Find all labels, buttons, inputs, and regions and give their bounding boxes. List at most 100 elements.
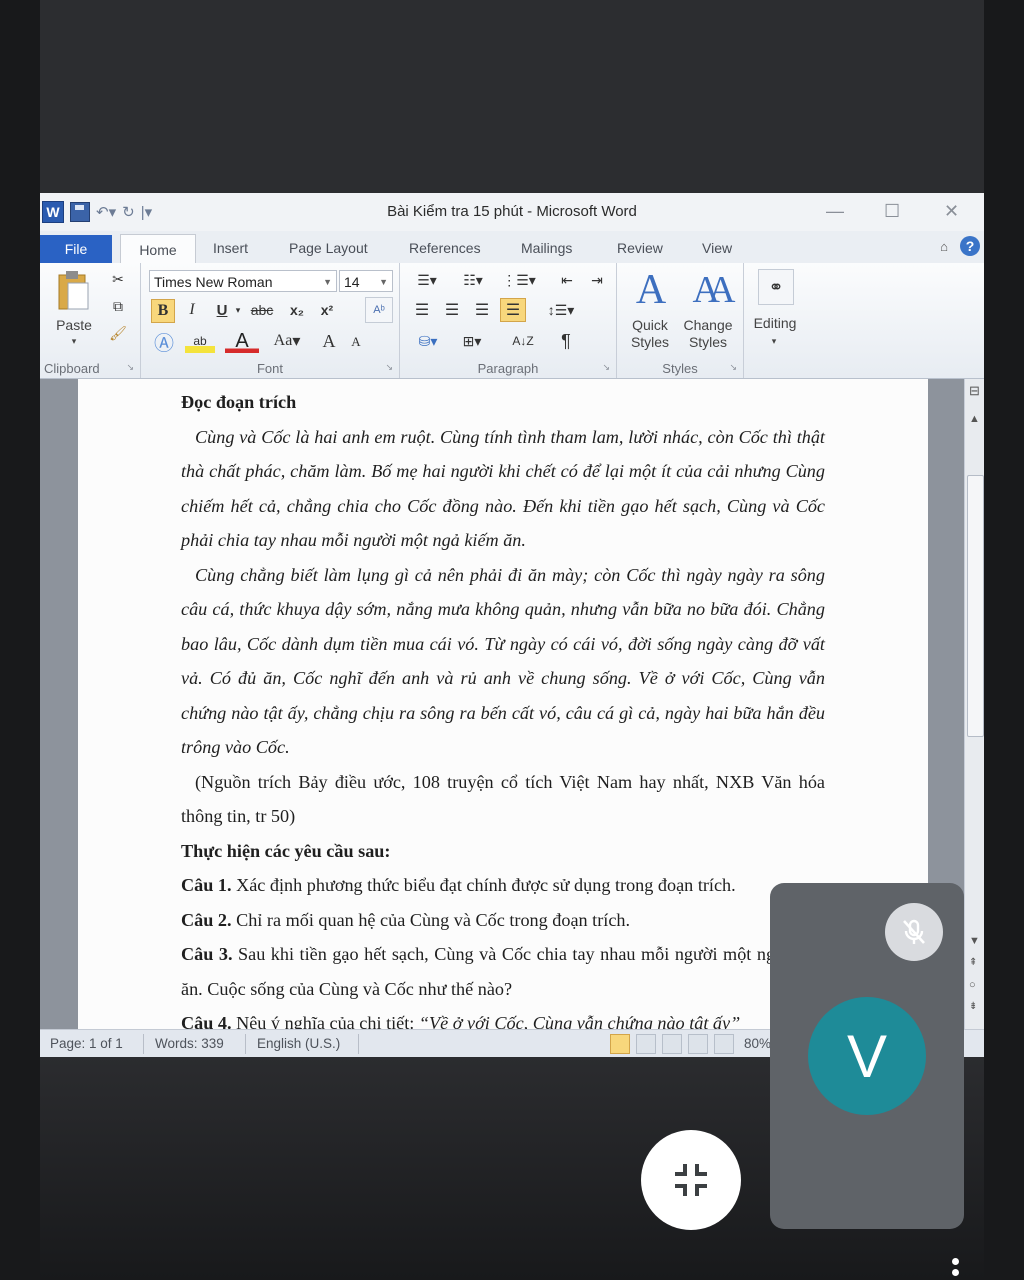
help-icon[interactable]: ? [960,236,980,256]
paste-dropdown-icon[interactable]: ▾ [66,333,82,350]
status-separator [245,1034,246,1054]
vertical-scrollbar[interactable]: ⊟ ▲ ▼ ⇞ ○ ⇟ [964,379,984,1029]
document-text: Đọc đoạn trích Cùng và Cốc là hai anh em… [181,385,825,1029]
align-left-icon[interactable]: ☰ [410,299,434,321]
tab-insert[interactable]: Insert [213,240,248,256]
strikethrough-button[interactable]: abc [247,299,277,321]
increase-indent-icon[interactable]: ⇥ [584,269,610,291]
quick-styles-icon[interactable]: A [629,267,673,313]
previous-page-icon[interactable]: ⇞ [969,957,977,968]
font-color-icon[interactable]: A [225,329,259,353]
font-size-value: 14 [344,274,360,290]
font-name-combo[interactable]: Times New Roman ▼ [149,270,337,292]
italic-button[interactable]: I [181,299,203,321]
underline-dropdown-icon[interactable]: ▾ [233,299,243,321]
next-page-icon[interactable]: ⇟ [969,1001,977,1012]
line-spacing-icon[interactable]: ↕☰▾ [544,299,578,321]
status-page[interactable]: Page: 1 of 1 [50,1036,123,1051]
editing-dropdown-icon[interactable]: ▾ [766,333,782,350]
copy-icon[interactable]: ⧉ [108,296,128,316]
print-layout-icon[interactable] [610,1034,630,1054]
zoom-level[interactable]: 80% [744,1036,771,1051]
group-paragraph: ☰▾ ☷▾ ⋮☰▾ ⇤ ⇥ ☰ ☰ ☰ ☰ ↕☰▾ ⛁▾ ⊞▾ A↓Z ¶ Pa… [400,263,617,378]
group-font: Times New Roman ▼ 14 ▼ B I U ▾ abc x₂ x² A… [141,263,400,378]
highlight-color-icon[interactable]: ab [185,329,215,353]
minimize-ribbon-icon[interactable]: ⌂ [940,239,948,254]
exit-fullscreen-button[interactable] [641,1130,741,1230]
align-right-icon[interactable]: ☰ [470,299,494,321]
tab-mailings[interactable]: Mailings [521,240,572,256]
scroll-thumb[interactable] [967,475,984,737]
show-formatting-icon[interactable]: ¶ [554,329,578,353]
format-painter-icon[interactable]: 🖌 [108,323,128,343]
find-binoculars-icon[interactable]: ⚭ [758,269,794,305]
doc-question-4: Câu 4. Nêu ý nghĩa của chi tiết: “Về ở v… [181,1006,825,1029]
tab-file[interactable]: File [40,235,112,263]
change-case-label: Aa [273,332,293,349]
text-effects-icon[interactable]: Ⓐ [149,329,179,355]
doc-source: (Nguồn trích Bảy điều ước, 108 truyện cổ… [181,771,825,827]
minimize-button[interactable]: — [826,201,844,222]
tab-references[interactable]: References [409,240,481,256]
select-browse-object-icon[interactable]: ○ [969,979,976,991]
change-styles-button[interactable]: Change Styles [679,317,737,351]
participant-tile[interactable]: V [770,883,964,1229]
borders-icon[interactable]: ⊞▾ [454,329,490,353]
scroll-up-icon[interactable]: ▲ [969,413,980,425]
tab-page-layout[interactable]: Page Layout [289,240,368,256]
grow-font-button[interactable]: A [317,329,341,353]
maximize-button[interactable]: ☐ [884,201,900,222]
font-size-combo[interactable]: 14 ▼ [339,270,393,292]
paragraph-launcher-icon[interactable]: ↘ [602,362,610,373]
multilevel-list-icon[interactable]: ⋮☰▾ [500,269,538,291]
change-case-button[interactable]: Aa ▾ [269,329,305,353]
minimize-icon [675,1164,707,1196]
quick-styles-button[interactable]: Quick Styles [621,317,679,351]
align-center-icon[interactable]: ☰ [440,299,464,321]
decrease-indent-icon[interactable]: ⇤ [554,269,580,291]
paste-icon[interactable] [56,269,90,313]
tab-view[interactable]: View [702,240,732,256]
doc-question-3: Câu 3. Sau khi tiền gạo hết sạch, Cùng v… [181,937,825,1006]
web-layout-icon[interactable] [662,1034,682,1054]
font-launcher-icon[interactable]: ↘ [385,362,393,373]
bullets-icon[interactable]: ☰▾ [410,269,444,291]
q1-label: Câu 1. [181,875,232,895]
shading-icon[interactable]: ⛁▾ [410,329,446,353]
doc-task-heading: Thực hiện các yêu cầu sau: [181,840,391,861]
doc-paragraph-2: Cùng chẳng biết làm lụng gì cả nên phải … [181,564,825,758]
paragraph-group-label: Paragraph [477,361,539,376]
editing-button[interactable]: Editing [746,315,804,332]
paste-label[interactable]: Paste [54,317,94,334]
avatar: V [808,997,926,1115]
bold-button[interactable]: B [151,299,175,323]
ruler-toggle-icon[interactable]: ⊟ [969,383,980,399]
status-words[interactable]: Words: 339 [155,1036,224,1051]
outline-icon[interactable] [688,1034,708,1054]
clipboard-launcher-icon[interactable]: ↘ [126,362,134,373]
shrink-font-button[interactable]: A [345,331,367,353]
styles-launcher-icon[interactable]: ↘ [729,362,737,373]
cut-icon[interactable]: ✂ [108,269,128,289]
change-styles-icon[interactable]: AA [683,267,736,313]
chevron-down-icon: ▼ [323,277,332,287]
tab-home[interactable]: Home [120,234,196,264]
draft-icon[interactable] [714,1034,734,1054]
status-language[interactable]: English (U.S.) [257,1036,340,1051]
close-button[interactable]: ✕ [944,201,959,222]
ribbon-tabs: File Home Insert Page Layout References … [40,231,984,264]
shared-screen-backdrop-top [40,0,984,193]
numbering-icon[interactable]: ☷▾ [454,269,492,291]
tab-review[interactable]: Review [617,240,663,256]
justify-icon[interactable]: ☰ [500,298,526,322]
superscript-button[interactable]: x² [315,299,339,321]
doc-question-1: Câu 1. Xác định phương thức biểu đạt chí… [181,868,825,903]
clear-formatting-icon[interactable]: Aᵇ [365,297,393,323]
full-screen-reading-icon[interactable] [636,1034,656,1054]
subscript-button[interactable]: x₂ [285,299,309,321]
more-options-icon[interactable] [952,1258,962,1280]
underline-button[interactable]: U [211,299,233,321]
screen-edge-right [984,0,1024,1280]
sort-icon[interactable]: A↓Z [510,329,536,353]
scroll-down-icon[interactable]: ▼ [969,935,980,947]
